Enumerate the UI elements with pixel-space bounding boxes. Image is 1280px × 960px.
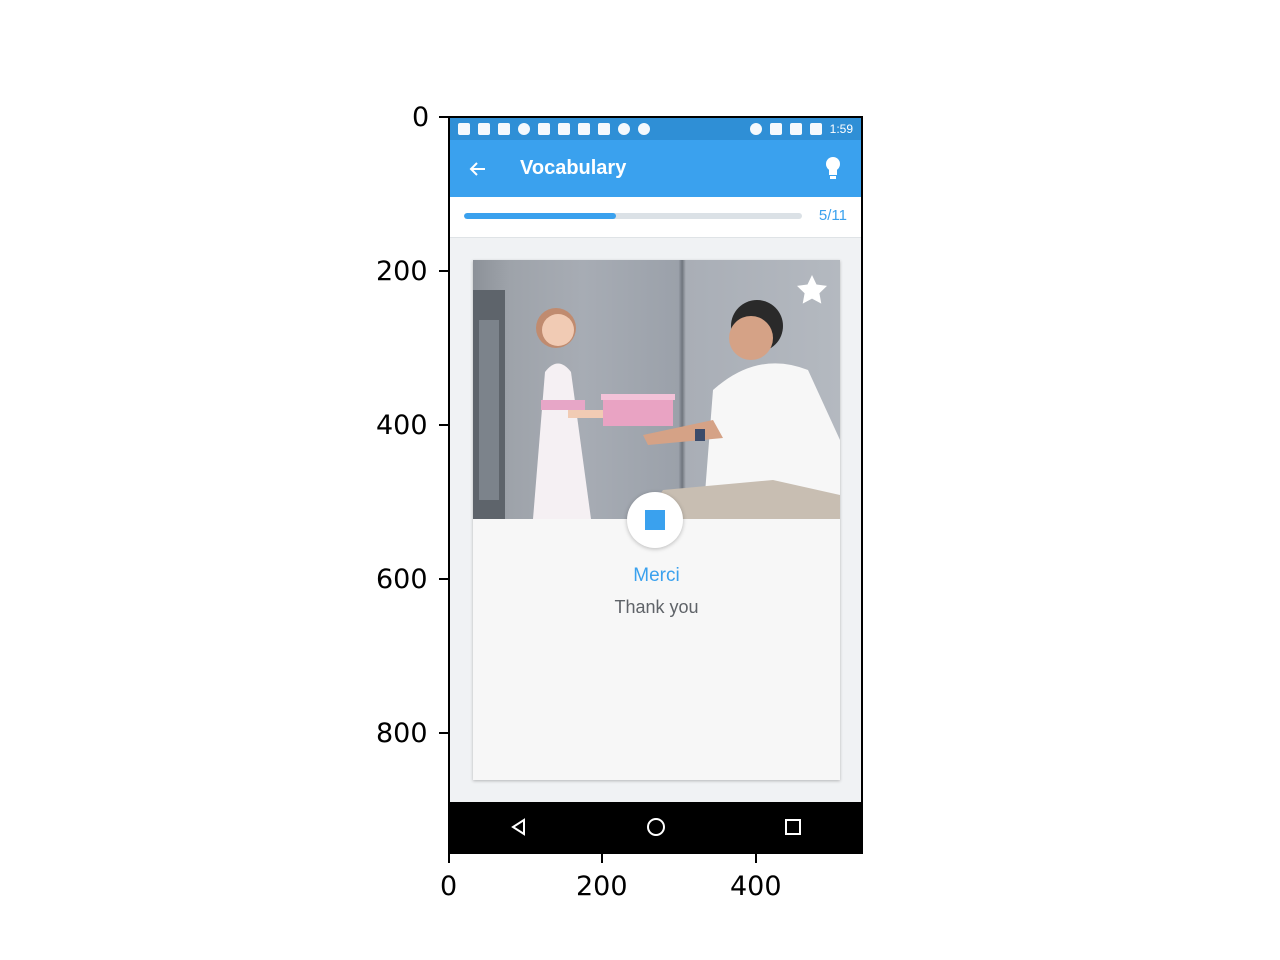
system-icons: 1:59 [749, 122, 853, 136]
progress-row: 5/11 [450, 197, 861, 238]
x-tick-label-0: 0 [440, 871, 458, 902]
nav-back-button[interactable] [499, 807, 539, 847]
wifi-icon [769, 123, 782, 135]
y-tick-400 [439, 424, 448, 426]
clock: 1:59 [829, 122, 853, 136]
stop-icon [645, 510, 665, 530]
mail-icon [498, 123, 510, 135]
nav-home-button[interactable] [636, 807, 676, 847]
word-translation: Thank you [614, 597, 699, 617]
status-bar: 1:59 [450, 118, 861, 140]
square-icon [578, 123, 590, 135]
lock-icon [598, 123, 610, 135]
audio-stop-button[interactable] [627, 492, 683, 548]
arrow-left-icon [469, 161, 485, 176]
nav-back-icon [510, 818, 525, 836]
battery-icon [809, 123, 822, 135]
nav-recents-button[interactable] [773, 807, 813, 847]
hint-button[interactable] [819, 155, 847, 183]
y-tick-800 [439, 732, 448, 734]
app-bar: Vocabulary [450, 140, 861, 197]
vocabulary-word: Merci [633, 565, 680, 586]
alarm-icon [749, 123, 762, 135]
x-tick-label-400: 400 [730, 871, 782, 902]
vocabulary-card[interactable]: Merci Thank you [473, 260, 840, 780]
x-tick-200 [601, 854, 603, 863]
y-tick-label-600: 600 [376, 564, 428, 595]
progress-bar [464, 213, 802, 219]
system-nav-bar [450, 802, 861, 852]
b-app-icon [538, 123, 550, 135]
star-icon [797, 275, 827, 304]
screenshot-frame: 1:59 Vocabulary 5/11 Merci Thank you [448, 116, 863, 854]
y-tick-label-800: 800 [376, 718, 428, 749]
x-tick-0 [448, 854, 450, 863]
favorite-button[interactable] [794, 272, 830, 308]
lightbulb-icon [826, 156, 840, 179]
x-tick-label-200: 200 [576, 871, 628, 902]
y-tick-label-200: 200 [376, 256, 428, 287]
app-icon [518, 123, 530, 135]
y-tick-label-0: 0 [412, 102, 430, 133]
nav-home-icon [646, 818, 665, 836]
card-photo [473, 260, 840, 519]
info-icon [618, 123, 630, 135]
progress-fill [464, 213, 617, 219]
y-tick-label-400: 400 [376, 410, 428, 441]
y-tick-0 [439, 116, 448, 118]
nav-recents-icon [784, 819, 801, 835]
facebook-icon [458, 123, 470, 135]
android-icon [638, 123, 650, 135]
y-tick-200 [439, 270, 448, 272]
photo-illustration [473, 290, 840, 519]
page-title: Vocabulary [520, 157, 627, 179]
back-button[interactable] [464, 155, 492, 183]
nfc-icon [558, 123, 570, 135]
x-tick-400 [755, 854, 757, 863]
no-signal-icon [789, 123, 802, 135]
facebook-icon [478, 123, 490, 135]
y-tick-600 [439, 578, 448, 580]
progress-counter: 5/11 [818, 207, 847, 224]
notification-icons [458, 123, 650, 135]
